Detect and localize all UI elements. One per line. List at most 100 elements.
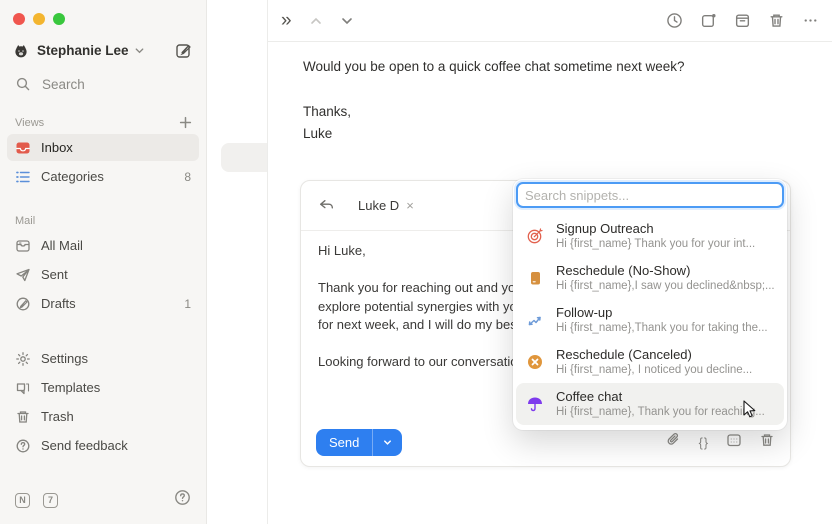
send-button[interactable]: Send	[316, 429, 402, 456]
sidebar-item-label: All Mail	[41, 238, 83, 253]
window-controls	[0, 0, 206, 25]
snippet-preview: Hi {first_name}, Thank you for reaching.…	[556, 405, 765, 419]
delete-icon[interactable]	[768, 12, 785, 29]
sidebar-search[interactable]: Search	[15, 76, 192, 92]
sidebar: Stephanie Lee Search Views	[0, 0, 207, 524]
snippets-popup: Signup Outreach Hi {first_name} Thank yo…	[513, 179, 787, 430]
snippet-item-reschedule-no-show[interactable]: Reschedule (No-Show) Hi {first_name},I s…	[516, 257, 784, 299]
avatar	[13, 43, 29, 59]
search-label: Search	[42, 77, 85, 92]
send-button-label: Send	[316, 435, 372, 450]
send-options-chevron-icon[interactable]	[373, 437, 402, 448]
snippet-preview: Hi {first_name},I saw you declined&nbsp;…	[556, 279, 774, 293]
previous-email-icon[interactable]	[309, 14, 323, 28]
remove-recipient-icon[interactable]: ×	[406, 198, 414, 213]
search-icon	[15, 76, 31, 92]
account-switcher[interactable]: Stephanie Lee	[13, 42, 192, 59]
notebook-icon	[526, 269, 544, 287]
views-section-header: Views	[15, 116, 192, 129]
email-signature-name: Luke	[303, 123, 832, 145]
help-icon[interactable]	[174, 489, 191, 511]
sidebar-item-all-mail[interactable]: All Mail	[7, 232, 199, 259]
recipient-chip[interactable]: Luke D ×	[358, 198, 414, 213]
snippet-item-follow-up[interactable]: Follow-up Hi {first_name},Thank you for …	[516, 299, 784, 341]
chevron-down-icon	[134, 45, 145, 56]
next-email-icon[interactable]	[340, 14, 354, 28]
sidebar-item-label: Sent	[41, 267, 68, 282]
sidebar-item-label: Templates	[41, 380, 100, 395]
categories-icon	[15, 169, 31, 185]
add-view-icon[interactable]	[179, 116, 192, 129]
drafts-icon	[15, 296, 31, 312]
snippet-title: Reschedule (No-Show)	[556, 263, 774, 279]
snippet-search-input[interactable]	[516, 182, 784, 208]
sidebar-item-label: Settings	[41, 351, 88, 366]
inbox-icon	[15, 140, 31, 156]
snippet-title: Signup Outreach	[556, 221, 755, 237]
sidebar-item-label: Drafts	[41, 296, 76, 311]
recipient-name: Luke D	[358, 198, 399, 213]
calendar-icon[interactable]	[726, 432, 742, 453]
question-icon	[15, 438, 31, 454]
snippet-preview: Hi {first_name}, I noticed you decline..…	[556, 363, 752, 377]
trash-icon	[15, 409, 31, 425]
more-options-icon[interactable]	[802, 12, 819, 29]
arrows-icon	[526, 311, 544, 329]
categories-count: 8	[184, 170, 191, 184]
sidebar-item-settings[interactable]: Settings	[7, 345, 199, 372]
sidebar-item-drafts[interactable]: Drafts 1	[7, 290, 199, 317]
attachment-icon[interactable]	[666, 432, 682, 453]
email-body-line: Would you be open to a quick coffee chat…	[303, 59, 832, 74]
discard-draft-icon[interactable]	[759, 432, 775, 453]
collapsed-list-column	[207, 0, 268, 524]
close-window-button[interactable]	[13, 13, 25, 25]
sidebar-item-sent[interactable]: Sent	[7, 261, 199, 288]
mail-section-header: Mail	[15, 215, 192, 227]
cancel-icon	[526, 353, 544, 371]
snippet-preview: Hi {first_name} Thank you for your int..…	[556, 237, 755, 251]
expand-panel-icon[interactable]: »	[281, 11, 292, 30]
snippet-item-signup-outreach[interactable]: Signup Outreach Hi {first_name} Thank yo…	[516, 215, 784, 257]
user-name: Stephanie Lee	[37, 43, 129, 58]
all-mail-icon	[15, 238, 31, 254]
archive-icon[interactable]	[734, 12, 751, 29]
minimize-window-button[interactable]	[33, 13, 45, 25]
views-label: Views	[15, 117, 44, 129]
snippet-title: Follow-up	[556, 305, 768, 321]
mail-label: Mail	[15, 215, 35, 227]
thread-toolbar: »	[268, 0, 832, 42]
calendar-badge-icon[interactable]: 7	[43, 493, 58, 508]
snooze-clock-icon[interactable]	[666, 12, 683, 29]
target-icon	[526, 227, 544, 245]
notes-badge-icon[interactable]: N	[15, 493, 30, 508]
move-to-icon[interactable]	[700, 12, 717, 29]
email-thread-body: Would you be open to a quick coffee chat…	[268, 42, 832, 145]
sidebar-item-trash[interactable]: Trash	[7, 403, 199, 430]
sent-icon	[15, 267, 31, 283]
sidebar-item-templates[interactable]: Templates	[7, 374, 199, 401]
email-signature-line: Thanks,	[303, 101, 832, 123]
sidebar-item-inbox[interactable]: Inbox	[7, 134, 199, 161]
sidebar-footer: N 7	[0, 489, 206, 524]
app-window: Stephanie Lee Search Views	[0, 0, 832, 524]
snippet-title: Coffee chat	[556, 389, 765, 405]
compose-icon[interactable]	[175, 42, 192, 59]
collapsed-list-item[interactable]	[221, 143, 268, 172]
snippet-list: Signup Outreach Hi {first_name} Thank yo…	[516, 215, 784, 425]
snippet-item-coffee-chat[interactable]: Coffee chat Hi {first_name}, Thank you f…	[516, 383, 784, 425]
sidebar-item-label: Categories	[41, 169, 104, 184]
sidebar-item-label: Trash	[41, 409, 74, 424]
zoom-window-button[interactable]	[53, 13, 65, 25]
sidebar-item-send-feedback[interactable]: Send feedback	[7, 432, 199, 459]
sidebar-item-label: Inbox	[41, 140, 73, 155]
sidebar-item-label: Send feedback	[41, 438, 128, 453]
templates-icon	[15, 380, 31, 396]
main-panel: »	[268, 0, 832, 524]
variables-icon[interactable]: {}	[699, 436, 709, 450]
sidebar-item-categories[interactable]: Categories 8	[7, 163, 199, 190]
snippet-item-reschedule-canceled[interactable]: Reschedule (Canceled) Hi {first_name}, I…	[516, 341, 784, 383]
drafts-count: 1	[184, 297, 191, 311]
gear-icon	[15, 351, 31, 367]
reply-arrow-icon	[318, 197, 335, 214]
snippet-title: Reschedule (Canceled)	[556, 347, 752, 363]
